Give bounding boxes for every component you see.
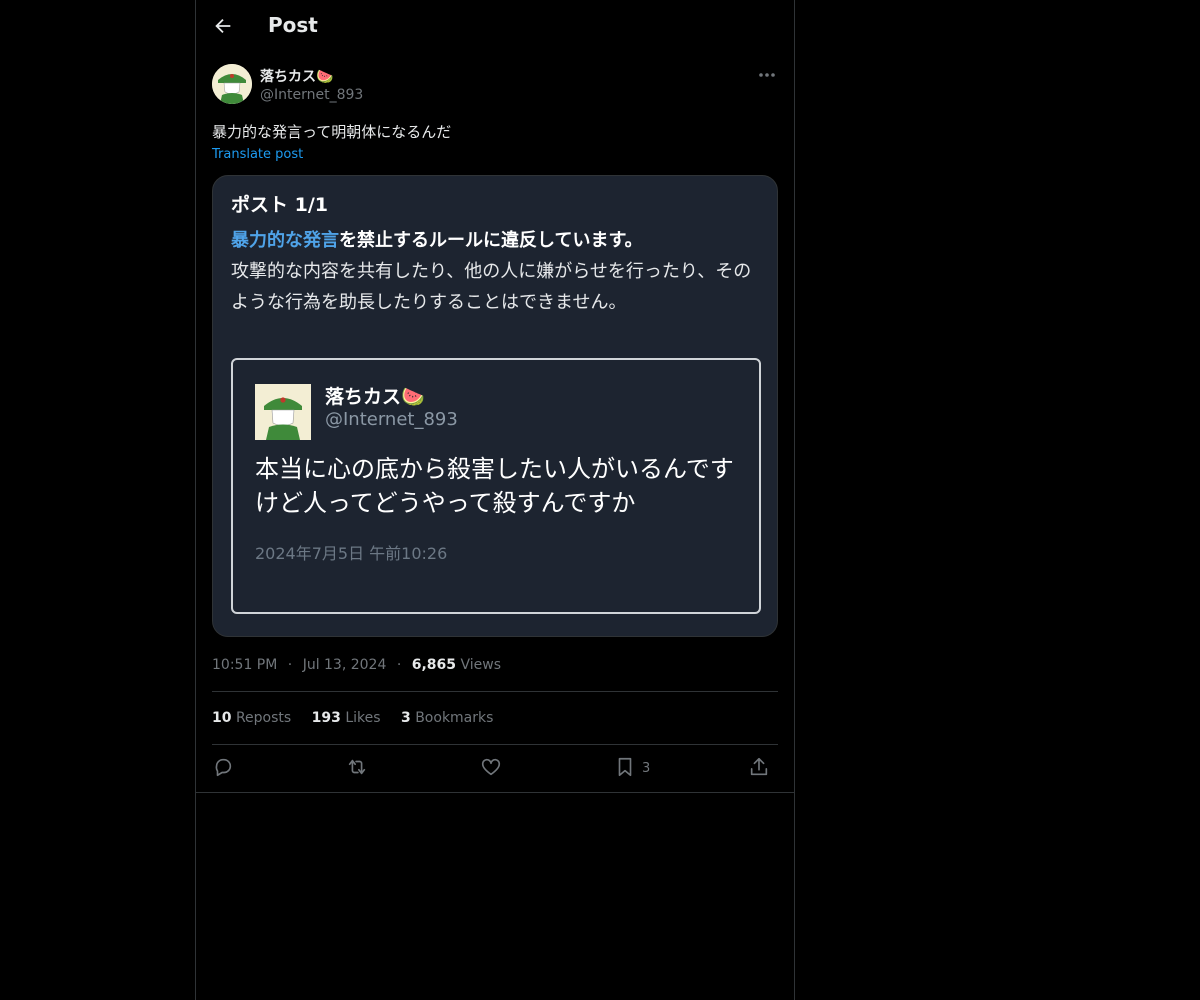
page-title: Post xyxy=(268,13,318,37)
quoted-user-name: 落ちカス🍉 xyxy=(325,386,425,408)
user-name[interactable]: 落ちカス🍉 xyxy=(260,66,333,86)
bookmark-icon xyxy=(618,757,632,777)
bookmark-button[interactable]: 3 xyxy=(614,756,664,782)
notice-lead: 暴力的な発言を禁止するルールに違反しています。 xyxy=(231,226,643,252)
views-count: 6,865 xyxy=(411,657,457,673)
back-arrow-icon[interactable] xyxy=(212,15,234,37)
post-image[interactable]: ポスト 1/1 暴力的な発言を禁止するルールに違反しています。 攻撃的な内容を共… xyxy=(212,175,778,637)
divider xyxy=(196,792,794,793)
quoted-user-handle: @Internet_893 xyxy=(325,409,458,430)
meta-separator: · xyxy=(287,657,293,673)
notice-lead-highlight: 暴力的な発言 xyxy=(231,230,339,251)
bookmarks-count: 3 xyxy=(401,710,411,726)
like-button[interactable] xyxy=(480,756,502,782)
bookmarks-label: Bookmarks xyxy=(415,710,494,726)
post-meta: 10:51 PM · Jul 13, 2024 · 6,865 Views xyxy=(212,657,501,673)
reposts-stat[interactable]: 10 Reposts xyxy=(212,710,291,726)
meta-separator: · xyxy=(396,657,402,673)
share-button[interactable] xyxy=(748,756,770,782)
quoted-timestamp: 2024年7月5日 午前10:26 xyxy=(255,544,448,563)
heart-icon xyxy=(481,758,501,776)
quoted-avatar xyxy=(255,384,311,440)
likes-stat[interactable]: 193 Likes xyxy=(312,710,381,726)
more-options-icon[interactable] xyxy=(756,66,778,84)
translate-post-link[interactable]: Translate post xyxy=(212,147,303,162)
post-time[interactable]: 10:51 PM xyxy=(212,657,277,673)
reply-button[interactable] xyxy=(212,756,234,782)
bookmarks-stat[interactable]: 3 Bookmarks xyxy=(401,710,493,726)
views-label: Views xyxy=(460,657,502,673)
notice-body: 攻撃的な内容を共有したり、他の人に嫌がらせを行ったり、そのような行為を助長したり… xyxy=(231,261,752,313)
header: Post xyxy=(196,0,794,54)
likes-label: Likes xyxy=(345,710,381,726)
post-stats: 10 Reposts 193 Likes 3 Bookmarks xyxy=(212,710,509,726)
quoted-post-card: 落ちカス🍉 @Internet_893 本当に心の底から殺害したい人がいるんです… xyxy=(231,358,761,614)
post-date[interactable]: Jul 13, 2024 xyxy=(303,657,387,673)
reposts-label: Reposts xyxy=(235,710,292,726)
quoted-post-text: 本当に心の底から殺害したい人がいるんですけど人ってどうやって殺すんですか xyxy=(255,455,734,517)
divider xyxy=(212,691,778,692)
avatar[interactable] xyxy=(212,64,252,104)
notice-lead-rest: を禁止するルールに違反しています。 xyxy=(339,230,643,251)
reply-icon xyxy=(215,758,232,777)
main-column: Post 落ちカス🍉 @Internet_893 暴力的な発言って明朝体になるん… xyxy=(195,0,795,1000)
bookmark-count: 3 xyxy=(642,761,651,776)
notice-title: ポスト 1/1 xyxy=(231,194,328,216)
divider xyxy=(212,744,778,745)
likes-count: 193 xyxy=(311,710,341,726)
repost-icon xyxy=(348,759,366,775)
share-icon xyxy=(750,757,768,776)
action-bar: 3 xyxy=(212,756,778,782)
post-text: 暴力的な発言って明朝体になるんだ xyxy=(212,123,452,141)
repost-button[interactable] xyxy=(346,756,368,782)
user-handle[interactable]: @Internet_893 xyxy=(260,87,363,103)
reposts-count: 10 xyxy=(212,710,232,726)
